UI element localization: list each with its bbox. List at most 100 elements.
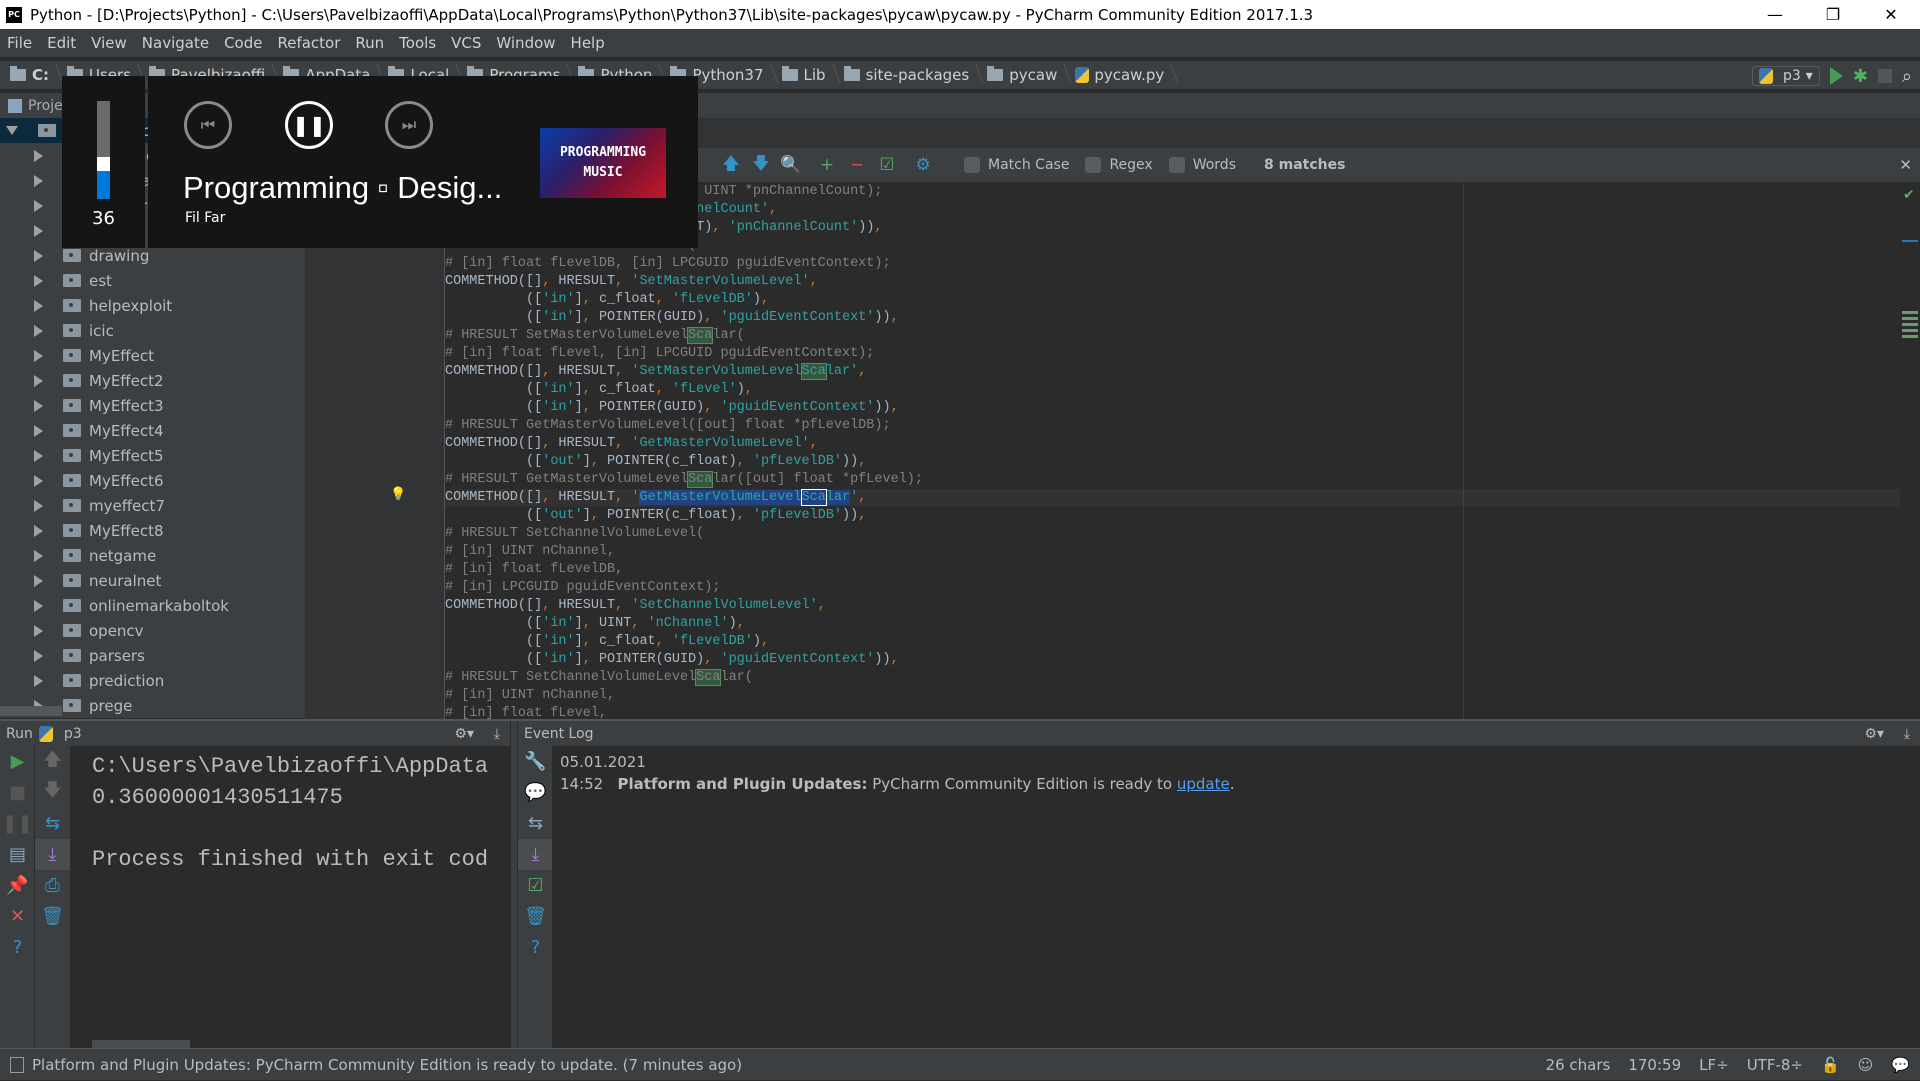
gear-icon[interactable]: ⚙▾: [454, 726, 474, 742]
menu-view[interactable]: View: [84, 34, 135, 52]
previous-occurrence-icon[interactable]: 🡅: [720, 154, 742, 176]
expand-arrow-icon[interactable]: [34, 574, 43, 587]
print-icon[interactable]: ⎙: [35, 870, 70, 901]
vertical-splitter[interactable]: [510, 721, 518, 1048]
run-icon[interactable]: [1829, 67, 1843, 85]
expand-arrow-icon[interactable]: [34, 624, 43, 637]
expand-arrow-icon[interactable]: [34, 649, 43, 662]
code-editor[interactable]: 154# HRESULT GetChannelCount([out] UINT …: [445, 183, 1920, 719]
breadcrumb-pycaw[interactable]: pycaw: [977, 66, 1065, 84]
debug-icon[interactable]: ✱: [1853, 66, 1868, 87]
caret-position[interactable]: 170:59: [1628, 1056, 1681, 1074]
tool-windows-icon[interactable]: [10, 1056, 24, 1073]
expand-arrow-icon[interactable]: [34, 274, 43, 287]
volume-slider[interactable]: [97, 101, 110, 199]
code-line[interactable]: 159 (['in'], c_float, 'fLevelDB'),: [445, 291, 1920, 309]
expand-arrow-icon[interactable]: [34, 499, 43, 512]
code-line[interactable]: 172# HRESULT SetChannelVolumeLevel(: [445, 525, 1920, 543]
tree-item[interactable]: myeffect7: [0, 493, 305, 518]
expand-arrow-icon[interactable]: [34, 149, 43, 162]
balloon-icon[interactable]: 💬: [518, 777, 553, 808]
pause-button[interactable]: ❚❚: [285, 101, 333, 149]
status-message[interactable]: Platform and Plugin Updates: PyCharm Com…: [32, 1056, 742, 1074]
tree-item[interactable]: parsers: [0, 643, 305, 668]
match-case-checkbox[interactable]: Match Case: [964, 157, 1069, 173]
next-occurrence-icon[interactable]: 🡇: [750, 154, 772, 176]
pin-icon[interactable]: 📌: [0, 870, 35, 901]
remove-selection-icon[interactable]: −: [846, 154, 868, 176]
expand-arrow-icon[interactable]: [34, 599, 43, 612]
tree-item[interactable]: MyEffect4: [0, 418, 305, 443]
line-separator[interactable]: LF÷: [1699, 1056, 1729, 1074]
scroll-to-end-icon[interactable]: ⤓: [518, 839, 553, 870]
menu-navigate[interactable]: Navigate: [135, 34, 217, 52]
mark-read-icon[interactable]: ☑: [518, 870, 553, 901]
code-line[interactable]: 180# HRESULT SetChannelVolumeLevelScalar…: [445, 669, 1920, 687]
expand-arrow-icon[interactable]: [34, 324, 43, 337]
expand-arrow-icon[interactable]: [34, 374, 43, 387]
tree-item[interactable]: helpexploit: [0, 293, 305, 318]
stop-icon[interactable]: ■: [0, 777, 35, 808]
expand-arrow-icon[interactable]: [34, 199, 43, 212]
help-icon[interactable]: ?: [0, 932, 35, 963]
hide-panel-icon[interactable]: ⤓: [1904, 726, 1910, 742]
volume-thumb[interactable]: [97, 156, 110, 171]
code-line[interactable]: 179 (['in'], POINTER(GUID), 'pguidEventC…: [445, 651, 1920, 669]
close-run-icon[interactable]: ✕: [0, 901, 35, 932]
expand-arrow-icon[interactable]: [34, 349, 43, 362]
restore-button[interactable]: ❐: [1804, 0, 1862, 29]
code-line[interactable]: 166# HRESULT GetMasterVolumeLevel([out] …: [445, 417, 1920, 435]
code-line[interactable]: 158COMMETHOD([], HRESULT, 'SetMasterVolu…: [445, 273, 1920, 291]
expand-arrow-icon[interactable]: [34, 424, 43, 437]
code-line[interactable]: 162# [in] float fLevel, [in] LPCGUID pgu…: [445, 345, 1920, 363]
run-config-selector[interactable]: p3 ▾: [1751, 66, 1820, 86]
add-selection-icon[interactable]: +: [816, 154, 838, 176]
hector-icon[interactable]: ☺: [1858, 1056, 1874, 1074]
down-stack-icon[interactable]: 🡇: [35, 777, 70, 808]
code-line[interactable]: 173# [in] UINT nChannel,: [445, 543, 1920, 561]
code-line[interactable]: 164 (['in'], c_float, 'fLevel'),: [445, 381, 1920, 399]
expand-arrow-icon[interactable]: [34, 549, 43, 562]
code-line[interactable]: 157# [in] float fLevelDB, [in] LPCGUID p…: [445, 255, 1920, 273]
code-line[interactable]: 160 (['in'], POINTER(GUID), 'pguidEventC…: [445, 309, 1920, 327]
select-all-occurrences-icon[interactable]: ☑: [876, 154, 898, 176]
gear-icon[interactable]: ⚙: [912, 154, 934, 176]
next-track-button[interactable]: ⏭: [385, 101, 433, 149]
trash-icon[interactable]: 🗑: [518, 901, 553, 932]
expand-arrow-icon[interactable]: [34, 299, 43, 312]
code-line[interactable]: 176COMMETHOD([], HRESULT, 'SetChannelVol…: [445, 597, 1920, 615]
expand-arrow-icon[interactable]: [34, 474, 43, 487]
tree-item[interactable]: icic: [0, 318, 305, 343]
layout-icon[interactable]: ▤: [0, 839, 35, 870]
tree-item[interactable]: est: [0, 268, 305, 293]
breadcrumb-lib[interactable]: Lib: [772, 66, 834, 84]
expand-arrow-icon[interactable]: [34, 449, 43, 462]
menu-tools[interactable]: Tools: [392, 34, 444, 52]
code-line[interactable]: 174# [in] float fLevelDB,: [445, 561, 1920, 579]
file-encoding[interactable]: UTF-8÷: [1747, 1056, 1803, 1074]
code-line[interactable]: 181# [in] UINT nChannel,: [445, 687, 1920, 705]
tree-item[interactable]: MyEffect3: [0, 393, 305, 418]
up-stack-icon[interactable]: 🡅: [35, 746, 70, 777]
tree-horizontal-scrollbar[interactable]: [0, 706, 62, 716]
code-line[interactable]: 165 (['in'], POINTER(GUID), 'pguidEventC…: [445, 399, 1920, 417]
search-everywhere-icon[interactable]: ⌕: [1902, 66, 1912, 87]
menu-edit[interactable]: Edit: [40, 34, 84, 52]
code-line[interactable]: 178 (['in'], c_float, 'fLevelDB'),: [445, 633, 1920, 651]
help-icon[interactable]: ?: [518, 932, 553, 963]
expand-arrow-icon[interactable]: [34, 399, 43, 412]
breadcrumb-pycaw-file[interactable]: pycaw.py: [1065, 66, 1172, 84]
minimize-button[interactable]: —: [1746, 0, 1804, 29]
soft-wrap-icon[interactable]: ⇆: [518, 808, 553, 839]
tree-item[interactable]: MyEffect8: [0, 518, 305, 543]
code-line[interactable]: 182# [in] float fLevel,: [445, 705, 1920, 719]
code-line[interactable]: 163COMMETHOD([], HRESULT, 'SetMasterVolu…: [445, 363, 1920, 381]
expand-arrow-icon[interactable]: [34, 249, 43, 262]
code-line[interactable]: 177 (['in'], UINT, 'nChannel'),: [445, 615, 1920, 633]
menu-code[interactable]: Code: [217, 34, 270, 52]
tree-item[interactable]: MyEffect2: [0, 368, 305, 393]
update-link[interactable]: update: [1177, 775, 1230, 793]
expand-arrow-icon[interactable]: [34, 524, 43, 537]
rerun-icon[interactable]: ▶: [0, 746, 35, 777]
regex-checkbox[interactable]: Regex: [1085, 157, 1153, 173]
